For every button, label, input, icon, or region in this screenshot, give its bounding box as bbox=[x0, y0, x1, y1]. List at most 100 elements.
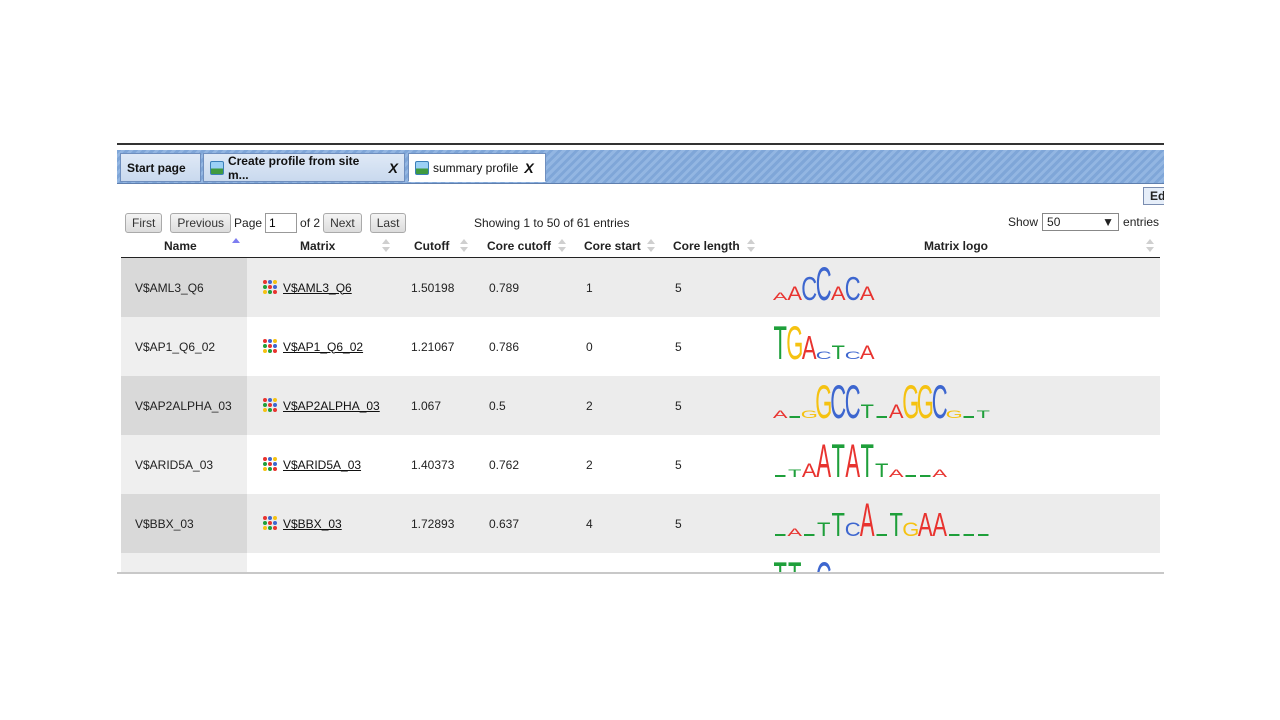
entries-label: entries bbox=[1123, 215, 1160, 229]
logo-letter-c: C bbox=[816, 553, 832, 574]
column-header-core-length[interactable]: Core length bbox=[673, 239, 740, 253]
tab-label: Create profile from site m... bbox=[227, 153, 360, 182]
cell-name: V$AP2ALPHA_03 bbox=[121, 376, 247, 435]
matrix-link-label: V$AP2ALPHA_03 bbox=[283, 398, 380, 413]
page-length-value: 50 bbox=[1047, 215, 1061, 229]
logo-letter-c: C bbox=[801, 271, 817, 308]
column-header-matrix-logo[interactable]: Matrix logo bbox=[924, 239, 988, 253]
column-header-core-start[interactable]: Core start bbox=[584, 239, 641, 253]
logo-letter-a: A bbox=[860, 342, 875, 363]
cell-core-length: 5 bbox=[675, 516, 682, 531]
logo-letter-a: A bbox=[816, 435, 831, 487]
next-page-button[interactable]: Next bbox=[323, 213, 362, 233]
sequence-logo: A GGCC T AGGCG T bbox=[773, 376, 991, 428]
matrix-link[interactable]: V$AP2ALPHA_03 bbox=[263, 398, 380, 413]
logo-letter-t: T bbox=[875, 460, 889, 481]
sort-icon[interactable] bbox=[558, 238, 566, 254]
first-page-button[interactable]: First bbox=[125, 213, 163, 233]
logo-letter-c: C bbox=[845, 349, 861, 362]
cell-core-start: 2 bbox=[586, 457, 593, 472]
logo-base-bar bbox=[789, 416, 800, 418]
column-header-matrix[interactable]: Matrix bbox=[300, 239, 335, 253]
matrix-icon bbox=[263, 339, 278, 354]
sort-icon[interactable] bbox=[1146, 238, 1154, 254]
sequence-logo: TAATATTAA bbox=[775, 435, 948, 487]
last-page-button[interactable]: Last bbox=[369, 213, 407, 233]
sort-icon[interactable] bbox=[747, 238, 755, 254]
sort-icon[interactable] bbox=[647, 238, 655, 254]
matrix-link[interactable]: V$AP1_Q6_02 bbox=[263, 339, 363, 354]
matrix-icon bbox=[263, 457, 278, 472]
table-row[interactable]: V$BBX_03 V$BBX_03 1.72893 0.637 4 5 ATTC… bbox=[121, 494, 1160, 553]
cell-core-start: 1 bbox=[586, 280, 593, 295]
logo-letter-a: A bbox=[918, 507, 933, 544]
cell-cutoff: 1.067 bbox=[411, 398, 442, 413]
matrix-link[interactable]: V$ARID5A_03 bbox=[263, 457, 361, 472]
logo-letter-a: A bbox=[932, 507, 947, 544]
cell-core-length: 5 bbox=[675, 339, 682, 354]
logo-letter-a: A bbox=[860, 494, 875, 546]
logo-base-bar bbox=[963, 416, 974, 418]
cell-cutoff: 1.72893 bbox=[411, 516, 455, 531]
logo-letter-c: C bbox=[845, 519, 861, 540]
logo-letter-a: A bbox=[773, 290, 788, 303]
tab-bar: Start page Create profile from site m...… bbox=[117, 150, 1164, 184]
logo-base-bar bbox=[978, 534, 989, 536]
matrix-logo: AACCACA bbox=[773, 258, 1073, 317]
logo-letter-t: T bbox=[832, 342, 846, 363]
page-number-input[interactable] bbox=[265, 213, 298, 233]
edit-button[interactable]: Ed bbox=[1143, 187, 1164, 205]
cell-name bbox=[121, 553, 247, 574]
logo-letter-t: T bbox=[890, 507, 903, 544]
logo-letter-a: A bbox=[802, 460, 817, 481]
cell-cutoff: 1.21067 bbox=[411, 339, 455, 354]
matrix-link-label: V$AML3_Q6 bbox=[283, 280, 352, 295]
cell-core-start: 0 bbox=[586, 339, 593, 354]
cell-core-cutoff: 0.637 bbox=[489, 516, 520, 531]
cell-core-start: 4 bbox=[586, 516, 593, 531]
logo-letter-t: T bbox=[861, 401, 875, 422]
sort-ascending-icon[interactable] bbox=[232, 238, 240, 254]
logo-letter-c: C bbox=[845, 271, 861, 308]
table-row[interactable]: V$AP1_Q6_02 V$AP1_Q6_02 1.21067 0.786 0 … bbox=[121, 317, 1160, 376]
close-icon[interactable]: X bbox=[389, 160, 398, 176]
table-row[interactable]: TTC bbox=[121, 553, 1160, 574]
logo-base-bar bbox=[876, 416, 887, 418]
page-length-select[interactable]: 50 ▼ bbox=[1042, 213, 1120, 231]
cell-cutoff: 1.40373 bbox=[411, 457, 455, 472]
matrix-link[interactable]: V$AML3_Q6 bbox=[263, 280, 352, 295]
cell-core-length: 5 bbox=[675, 280, 682, 295]
logo-letter-t: T bbox=[861, 435, 874, 487]
table-row[interactable]: V$AP2ALPHA_03 V$AP2ALPHA_03 1.067 0.5 2 … bbox=[121, 376, 1160, 435]
cell-core-cutoff: 0.786 bbox=[489, 339, 520, 354]
logo-base-bar bbox=[949, 534, 960, 536]
tab-summary-profile[interactable]: summary profile X bbox=[408, 153, 546, 182]
column-header-core-cutoff[interactable]: Core cutoff bbox=[487, 239, 551, 253]
tab-create-profile[interactable]: Create profile from site m... X bbox=[203, 153, 405, 182]
logo-base-bar bbox=[804, 534, 815, 536]
tab-start-page[interactable]: Start page bbox=[120, 153, 201, 182]
matrix-link[interactable]: V$BBX_03 bbox=[263, 516, 342, 531]
previous-page-button[interactable]: Previous bbox=[170, 213, 232, 233]
matrix-logo: AGGCCTAGGCGT bbox=[773, 376, 1073, 435]
page-count-label: of 2 bbox=[300, 216, 321, 230]
table-row[interactable]: V$AML3_Q6 V$AML3_Q6 1.50198 0.789 1 5 AA… bbox=[121, 258, 1160, 317]
table-header: Name Matrix Cutoff Core cutoff Core star… bbox=[121, 237, 1160, 258]
matrix-icon bbox=[263, 398, 278, 413]
column-header-cutoff[interactable]: Cutoff bbox=[414, 239, 449, 253]
sort-icon[interactable] bbox=[382, 238, 390, 254]
cell-core-length: 5 bbox=[675, 457, 682, 472]
logo-base-bar bbox=[775, 475, 786, 477]
close-icon[interactable]: X bbox=[524, 160, 533, 176]
cell-core-start: 2 bbox=[586, 398, 593, 413]
logo-letter-t: T bbox=[788, 467, 802, 480]
sort-icon[interactable] bbox=[460, 238, 468, 254]
sequence-logo: A T T C A T GA A bbox=[775, 494, 989, 546]
pagination: First Previous Page of 2 Next Last bbox=[125, 213, 407, 233]
column-header-name[interactable]: Name bbox=[164, 239, 197, 253]
table-row[interactable]: V$ARID5A_03 V$ARID5A_03 1.40373 0.762 2 … bbox=[121, 435, 1160, 494]
cell-name: V$BBX_03 bbox=[121, 494, 247, 553]
logo-letter-c: C bbox=[845, 376, 861, 428]
cell-core-cutoff: 0.789 bbox=[489, 280, 520, 295]
logo-letter-a: A bbox=[889, 467, 904, 480]
